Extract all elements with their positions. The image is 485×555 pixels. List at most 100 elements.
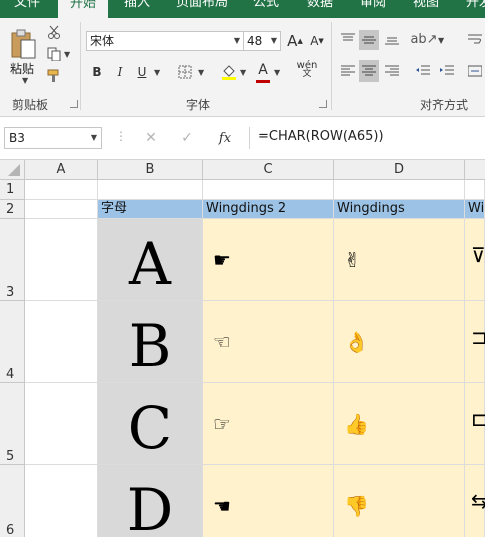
align-top-icon[interactable] [339, 30, 357, 48]
wingdings2-cell[interactable]: ☚ [203, 465, 334, 537]
row-header-3[interactable]: 3 [0, 219, 25, 301]
chevron-down-icon: ▼ [90, 133, 97, 142]
chevron-down-icon[interactable]: ▼ [154, 68, 160, 77]
merge-center-icon[interactable] [466, 62, 484, 80]
row-header-5[interactable]: 5 [0, 383, 25, 465]
tab-developer[interactable]: 开发 [466, 0, 485, 18]
header-cell-webdings[interactable]: Wi [465, 200, 485, 219]
insert-function-button[interactable]: fx [212, 128, 238, 148]
wingdings-cell[interactable]: 👌 [334, 301, 465, 383]
wingdings-cell[interactable]: 👎 [334, 465, 465, 537]
tab-data[interactable]: 数据 [307, 0, 333, 18]
cut-icon[interactable] [46, 24, 62, 40]
italic-button[interactable]: I [111, 62, 129, 82]
tab-insert[interactable]: 插入 [124, 0, 150, 18]
cell-a6[interactable] [25, 465, 98, 537]
align-middle-icon[interactable] [359, 30, 379, 50]
phonetic-guide-button[interactable]: wén 文 [296, 60, 318, 80]
letter-cell[interactable]: D [98, 465, 203, 544]
font-size-select[interactable]: 48 ▼ [243, 31, 281, 51]
tab-page-layout[interactable]: 页面布局 [176, 0, 228, 18]
borders-icon[interactable] [176, 62, 194, 82]
cancel-button[interactable]: ✕ [140, 128, 162, 148]
orientation-icon[interactable]: ab↗ [410, 30, 437, 48]
font-launcher-icon[interactable] [319, 100, 327, 108]
cell-a2[interactable] [25, 200, 98, 219]
wingdings-cell[interactable]: ✌ [334, 219, 465, 301]
ribbon-tab-bar: 文件 开始 插入 页面布局 公式 数据 审阅 视图 开发 [0, 0, 485, 18]
tab-home[interactable]: 开始 [58, 0, 109, 18]
formula-bar: B3 ▼ ⋮ ✕ ✓ fx =CHAR(ROW(A65)) [0, 117, 485, 160]
chevron-down-icon[interactable]: ▼ [198, 68, 204, 77]
wrap-text-icon[interactable] [466, 30, 484, 48]
letter-cell[interactable]: B [98, 301, 203, 383]
column-header-d[interactable]: D [334, 160, 465, 180]
extra-symbol-cell[interactable]: ⊏ [465, 383, 485, 465]
cell-e1[interactable] [465, 180, 485, 200]
wingdings2-cell[interactable]: ☛ [203, 219, 334, 301]
font-color-button[interactable]: A [256, 60, 270, 83]
chevron-down-icon[interactable]: ▼ [240, 68, 246, 77]
group-divider [331, 22, 332, 110]
tab-review[interactable]: 审阅 [360, 0, 386, 18]
cell-b1[interactable] [98, 180, 203, 200]
format-painter-icon[interactable] [46, 68, 62, 84]
wingdings2-cell[interactable]: ☞ [203, 383, 334, 465]
cell-c1[interactable] [203, 180, 334, 200]
chevron-down-icon[interactable]: ▼ [64, 50, 70, 59]
paste-label: 粘贴 [10, 62, 35, 76]
paste-button[interactable] [6, 26, 40, 62]
cell-a1[interactable] [25, 180, 98, 200]
align-left-icon[interactable] [339, 62, 357, 80]
column-header-b[interactable]: B [98, 160, 203, 180]
bold-button[interactable]: B [88, 62, 106, 82]
wingdings2-cell[interactable]: ☜ [203, 301, 334, 383]
enter-button[interactable]: ✓ [176, 128, 198, 148]
fill-color-icon[interactable] [219, 62, 239, 82]
tab-view[interactable]: 视图 [413, 0, 439, 18]
row-header-1[interactable]: 1 [0, 180, 25, 200]
underline-button[interactable]: U [133, 62, 151, 82]
header-cell-letter[interactable]: 字母 [98, 200, 203, 219]
extra-symbol-cell[interactable]: ⊐ [465, 301, 485, 383]
name-box[interactable]: B3 ▼ [4, 127, 102, 149]
row-header-6[interactable]: 6 [0, 465, 25, 538]
chevron-down-icon[interactable]: ▼ [274, 68, 280, 77]
chevron-down-icon[interactable]: ▼ [22, 76, 28, 85]
copy-icon[interactable] [46, 46, 62, 62]
increase-font-button[interactable]: A ▲ [287, 31, 303, 51]
extra-symbol-cell[interactable]: ⇆ [465, 465, 485, 537]
select-all-corner[interactable] [0, 160, 25, 180]
cell-a4[interactable] [25, 301, 98, 383]
letter-cell[interactable]: A [98, 219, 203, 301]
letter-cell[interactable]: C [98, 383, 203, 465]
column-header-a[interactable]: A [25, 160, 98, 180]
font-group-label: 字体 [186, 98, 211, 112]
column-header-c[interactable]: C [203, 160, 334, 180]
font-name-select[interactable]: 宋体 ▼ [86, 31, 244, 51]
row-header-4[interactable]: 4 [0, 301, 25, 383]
chevron-down-icon[interactable]: ▼ [438, 36, 444, 45]
wingdings-cell[interactable]: 👍 [334, 383, 465, 465]
extra-symbol-cell[interactable]: ⊽ [465, 219, 485, 301]
tab-file[interactable]: 文件 [14, 0, 40, 18]
align-center-icon[interactable] [359, 60, 379, 82]
header-cell-wingdings2[interactable]: Wingdings 2 [203, 200, 334, 219]
decrease-font-button[interactable]: A ▼ [309, 31, 325, 51]
select-all-triangle-icon [8, 164, 20, 176]
cell-d1[interactable] [334, 180, 465, 200]
alignment-group-label: 对齐方式 [420, 98, 469, 112]
align-right-icon[interactable] [383, 62, 401, 80]
cell-a5[interactable] [25, 383, 98, 465]
row-header-2[interactable]: 2 [0, 200, 25, 219]
header-cell-wingdings[interactable]: Wingdings [334, 200, 465, 219]
align-bottom-icon[interactable] [383, 30, 401, 48]
clipboard-launcher-icon[interactable] [70, 100, 78, 108]
cell-a3[interactable] [25, 219, 98, 301]
tab-formulas[interactable]: 公式 [253, 0, 279, 18]
decrease-font-icon: A [310, 34, 319, 48]
decrease-indent-icon[interactable] [414, 62, 432, 80]
increase-indent-icon[interactable] [438, 62, 456, 80]
column-header-e[interactable] [465, 160, 485, 180]
formula-input[interactable]: =CHAR(ROW(A65)) [249, 127, 485, 149]
